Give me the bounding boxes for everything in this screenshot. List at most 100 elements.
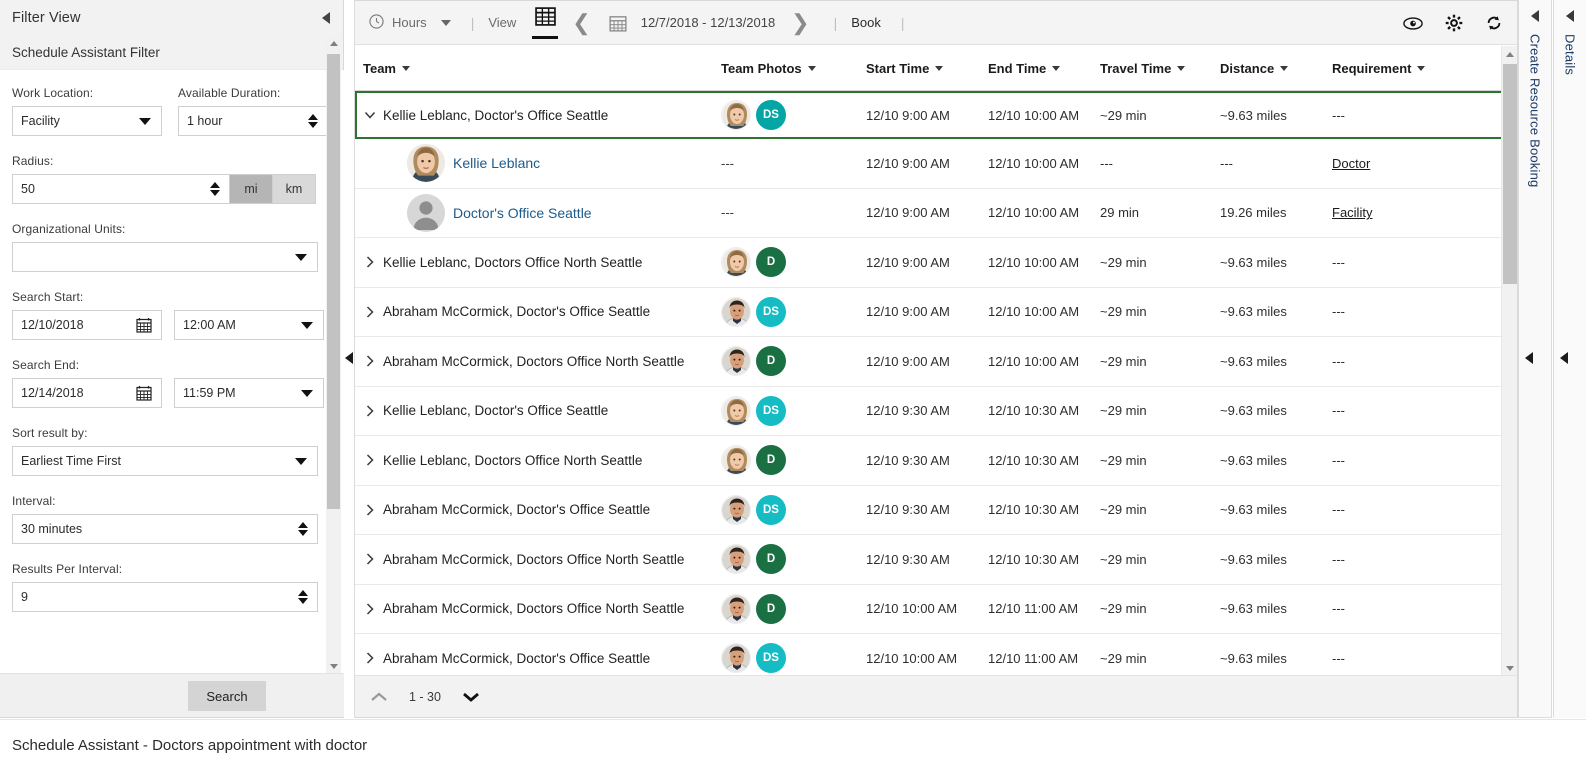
table-row[interactable]: Kellie Leblanc, Doctors Office North Sea… xyxy=(355,238,1517,288)
panel-splitter[interactable] xyxy=(344,0,355,718)
cell-start-time: 12/10 9:00 AM xyxy=(866,353,950,369)
chevron-right-icon[interactable] xyxy=(363,602,383,616)
view-label-item[interactable]: View xyxy=(488,1,516,45)
table-row[interactable]: Abraham McCormick, Doctor's Office Seatt… xyxy=(355,634,1517,676)
chevron-right-icon[interactable] xyxy=(363,404,383,418)
column-header-requirement[interactable]: Requirement xyxy=(1332,61,1452,76)
resource-name-link[interactable]: Kellie Leblanc xyxy=(453,155,540,171)
calendar-icon[interactable] xyxy=(136,317,152,333)
page-down-icon[interactable] xyxy=(461,690,481,704)
book-button[interactable]: Book xyxy=(851,1,881,45)
scroll-up-icon[interactable] xyxy=(326,36,341,51)
table-row[interactable]: Kellie Leblanc, Doctor's Office Seattle D… xyxy=(355,91,1517,139)
chevron-down-icon xyxy=(1052,65,1061,71)
unit-km-button[interactable]: km xyxy=(273,174,316,204)
cell-requirement: --- xyxy=(1332,403,1345,419)
spinner-icon[interactable] xyxy=(210,182,220,196)
cell-requirement[interactable]: Facility xyxy=(1332,205,1452,220)
resource-name-link[interactable]: Doctor's Office Seattle xyxy=(453,205,592,221)
page-up-icon[interactable] xyxy=(369,690,389,704)
chevron-right-icon[interactable] xyxy=(363,453,383,467)
cell-requirement[interactable]: Doctor xyxy=(1332,156,1452,171)
rail-splitter-icon[interactable] xyxy=(1560,352,1568,364)
chevron-right-icon[interactable] xyxy=(363,552,383,566)
eye-icon[interactable] xyxy=(1403,16,1423,31)
chevron-right-icon[interactable] xyxy=(363,651,383,665)
organizational-units-field: Organizational Units: xyxy=(12,222,332,272)
search-start-time-select[interactable]: 12:00 AM xyxy=(174,310,324,340)
table-row[interactable]: Abraham McCormick, Doctors Office North … xyxy=(355,337,1517,387)
column-header-distance[interactable]: Distance xyxy=(1220,61,1332,76)
filter-panel-scrollbar[interactable] xyxy=(326,36,341,674)
spinner-icon[interactable] xyxy=(308,114,318,128)
calendar-picker-icon[interactable] xyxy=(609,14,627,32)
requirement-link[interactable]: Doctor xyxy=(1332,156,1370,171)
results-per-interval-stepper[interactable]: 9 xyxy=(12,582,318,612)
sort-result-select[interactable]: Earliest Time First xyxy=(12,446,318,476)
table-row[interactable]: Abraham McCormick, Doctors Office North … xyxy=(355,584,1517,634)
organizational-units-select[interactable] xyxy=(12,242,318,272)
work-location-select[interactable]: Facility xyxy=(12,106,162,136)
empty-value: --- xyxy=(721,155,734,171)
interval-stepper[interactable]: 30 minutes xyxy=(12,514,318,544)
hours-dropdown[interactable]: Hours xyxy=(369,1,451,45)
search-end-date-input[interactable]: 12/14/2018 xyxy=(12,378,162,408)
collapse-left-icon[interactable] xyxy=(322,12,330,24)
radius-stepper[interactable]: 50 xyxy=(12,174,230,204)
search-end-field: Search End: 12/14/2018 11:59 PM xyxy=(12,358,332,408)
expand-left-icon[interactable] xyxy=(1566,10,1574,22)
work-location-value: Facility xyxy=(21,114,60,128)
sort-result-label: Sort result by: xyxy=(12,426,88,440)
table-row-child[interactable]: Doctor's Office Seattle --- 12/10 9:00 AM 1… xyxy=(355,188,1517,238)
chevron-down-icon[interactable] xyxy=(363,108,383,122)
table-row-child[interactable]: Kellie Leblanc --- 12/10 9:00 AM 12/10 10:0… xyxy=(355,139,1517,189)
scrollbar-thumb[interactable] xyxy=(327,54,340,509)
table-row[interactable]: Kellie Leblanc, Doctors Office North Sea… xyxy=(355,436,1517,486)
gear-icon[interactable] xyxy=(1445,14,1463,32)
refresh-icon[interactable] xyxy=(1485,14,1503,32)
available-duration-stepper[interactable]: 1 hour xyxy=(178,106,328,136)
chevron-right-icon[interactable] xyxy=(363,503,383,517)
scrollbar-thumb[interactable] xyxy=(1503,64,1517,284)
unit-mi-button[interactable]: mi xyxy=(230,174,273,204)
cell-team: Abraham McCormick, Doctors Office North … xyxy=(363,601,721,616)
calendar-icon[interactable] xyxy=(136,385,152,401)
table-row[interactable]: Abraham McCormick, Doctors Office North … xyxy=(355,535,1517,585)
chevron-right-icon[interactable] xyxy=(363,305,383,319)
column-header-team-photos[interactable]: Team Photos xyxy=(721,61,866,76)
column-header-team[interactable]: Team xyxy=(363,61,721,76)
column-header-end-time[interactable]: End Time xyxy=(988,61,1100,76)
spinner-icon[interactable] xyxy=(298,590,308,604)
scroll-down-icon[interactable] xyxy=(1502,660,1518,676)
search-button[interactable]: Search xyxy=(188,681,266,711)
search-end-time-select[interactable]: 11:59 PM xyxy=(174,378,324,408)
table-row[interactable]: Abraham McCormick, Doctor's Office Seatt… xyxy=(355,485,1517,535)
expand-left-icon[interactable] xyxy=(1531,10,1539,22)
cell-team-photos: --- xyxy=(721,156,866,171)
grid-vertical-scrollbar[interactable] xyxy=(1501,46,1517,676)
requirement-link[interactable]: Facility xyxy=(1332,205,1372,220)
create-resource-booking-rail[interactable]: Create Resource Booking xyxy=(1518,0,1552,718)
column-header-start-time[interactable]: Start Time xyxy=(866,61,988,76)
date-range-label[interactable]: 12/7/2018 - 12/13/2018 xyxy=(641,15,775,30)
avatar xyxy=(721,494,751,525)
column-header-travel-time[interactable]: Travel Time xyxy=(1100,61,1220,76)
splitter-collapse-icon[interactable] xyxy=(345,352,353,364)
next-period-icon[interactable]: ❯ xyxy=(791,11,809,34)
spinner-icon[interactable] xyxy=(298,522,308,536)
chevron-right-icon[interactable] xyxy=(363,255,383,269)
table-row[interactable]: Kellie Leblanc, Doctor's Office Seattle D… xyxy=(355,386,1517,436)
cell-team-photos: D xyxy=(721,544,866,575)
scroll-down-icon[interactable] xyxy=(326,659,341,674)
details-rail[interactable]: Details xyxy=(1553,0,1586,718)
cell-end-time: 12/10 10:00 AM xyxy=(988,205,1080,221)
chevron-right-icon[interactable] xyxy=(363,354,383,368)
table-row[interactable]: Abraham McCormick, Doctor's Office Seatt… xyxy=(355,287,1517,337)
rail-splitter-icon[interactable] xyxy=(1525,352,1533,364)
grid-view-toggle[interactable] xyxy=(532,6,559,39)
prev-period-icon[interactable]: ❮ xyxy=(572,11,590,34)
cell-team: Doctor's Office Seattle xyxy=(363,193,721,232)
search-start-date-input[interactable]: 12/10/2018 xyxy=(12,310,162,340)
scroll-up-icon[interactable] xyxy=(1502,46,1518,62)
results-per-interval-label: Results Per Interval: xyxy=(12,562,123,576)
